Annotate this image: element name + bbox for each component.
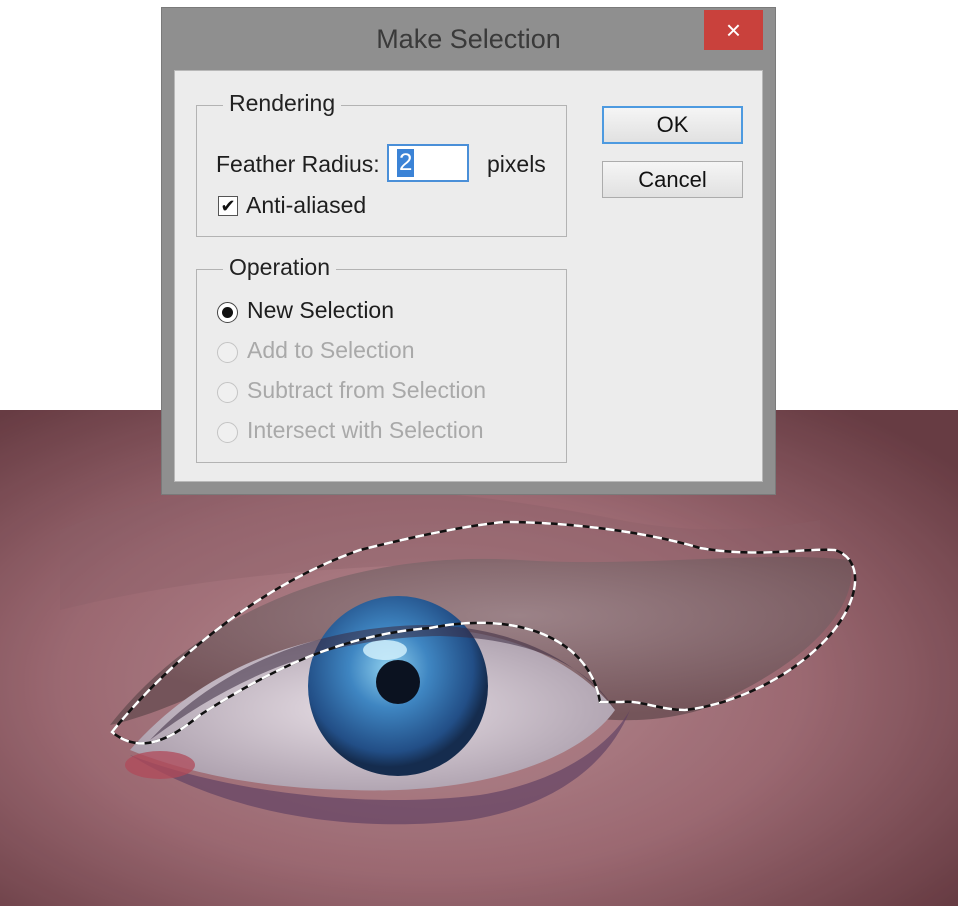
option-add-to-selection: Add to Selection xyxy=(247,337,415,363)
radio-add-to-selection xyxy=(217,342,238,363)
feather-radius-value: 2 xyxy=(397,149,415,177)
option-new-selection: New Selection xyxy=(247,297,395,323)
radio-intersect-with-selection xyxy=(217,422,238,443)
pupil xyxy=(376,660,420,704)
inner-corner xyxy=(125,751,195,779)
checkmark-icon: ✔ xyxy=(220,196,236,216)
close-button[interactable]: × xyxy=(704,10,763,50)
dialog-title: Make Selection xyxy=(376,24,561,54)
dialog-content: Rendering Feather Radius: 2 pixels ✔ Ant… xyxy=(174,70,763,482)
option-intersect-with-selection: Intersect with Selection xyxy=(247,417,484,443)
close-icon: × xyxy=(725,15,742,45)
dialog-titlebar[interactable]: Make Selection × xyxy=(162,8,775,70)
ok-button[interactable]: OK xyxy=(602,106,743,144)
anti-aliased-label: Anti-aliased xyxy=(246,192,367,218)
radio-new-selection[interactable] xyxy=(217,302,238,323)
option-subtract-from-selection: Subtract from Selection xyxy=(247,377,487,403)
highlight xyxy=(363,640,407,660)
radio-subtract-from-selection xyxy=(217,382,238,403)
make-selection-dialog: Make Selection × Rendering Feather Radiu… xyxy=(162,8,775,494)
feather-unit-label: pixels xyxy=(487,151,546,177)
operation-legend: Operation xyxy=(223,254,337,281)
rendering-legend: Rendering xyxy=(223,90,342,117)
anti-aliased-checkbox[interactable]: ✔ xyxy=(218,196,238,216)
feather-radius-label: Feather Radius: xyxy=(216,151,380,177)
cancel-button[interactable]: Cancel xyxy=(602,161,743,198)
